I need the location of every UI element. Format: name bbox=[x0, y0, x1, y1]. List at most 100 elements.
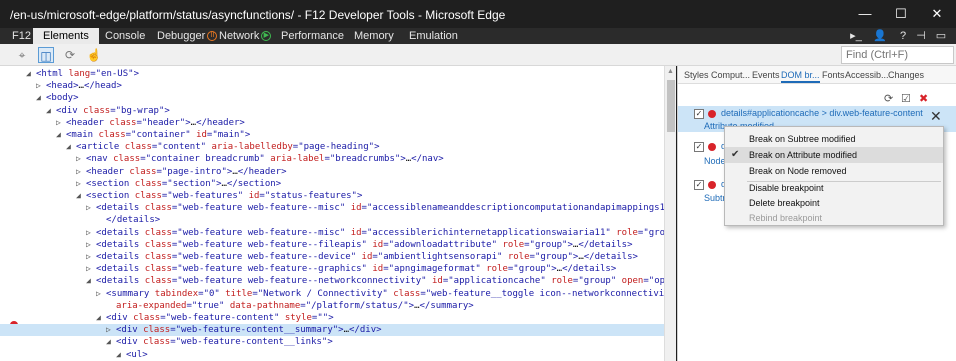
expand-arrow-icon[interactable]: ▷ bbox=[56, 117, 66, 129]
dock-icon[interactable]: ▭ bbox=[934, 29, 948, 43]
expand-arrow-icon[interactable]: ◢ bbox=[66, 141, 76, 153]
expand-arrow-icon[interactable]: ▷ bbox=[86, 263, 96, 275]
breakpoint-checkbox[interactable]: ✓ bbox=[694, 142, 704, 152]
dom-node-row[interactable]: ▷ <div class="web-feature-content__summar… bbox=[0, 324, 664, 337]
expand-arrow-icon[interactable]: ◢ bbox=[46, 105, 56, 117]
dom-node-row[interactable]: ▷ <section class="section">…</section> bbox=[0, 178, 664, 190]
tab-computed[interactable]: Comput... bbox=[711, 70, 750, 80]
delete-all-icon[interactable]: ✖ bbox=[919, 92, 928, 105]
find-input[interactable] bbox=[841, 46, 954, 64]
dom-node-row[interactable]: </details> bbox=[0, 214, 664, 226]
expand-arrow-icon[interactable]: ◢ bbox=[116, 349, 126, 361]
attr-value: "true" bbox=[191, 300, 225, 311]
scrollbar-thumb[interactable] bbox=[667, 80, 675, 132]
dom-node-row[interactable]: ▷ <details class="web-feature web-feature… bbox=[0, 251, 664, 263]
tab-elements[interactable]: Elements bbox=[33, 28, 99, 44]
scroll-up-icon[interactable]: ▲ bbox=[667, 68, 674, 75]
dom-node-row[interactable]: ▷ <details class="web-feature web-feature… bbox=[0, 227, 664, 239]
attr-name: id bbox=[372, 264, 384, 275]
dom-node-row[interactable]: ▷ <header class="header">…</header> bbox=[0, 117, 664, 129]
dom-node-row[interactable]: ▷ <header class="page-intro">…</header> bbox=[0, 166, 664, 178]
dom-node-row[interactable]: ▷ <details class="web-feature web-feature… bbox=[0, 239, 664, 251]
dom-tree[interactable]: ◢ <html lang="en-US"> ▷ <head>…</head> ◢ <bod… bbox=[0, 66, 664, 361]
select-element-icon[interactable]: ⌖ bbox=[14, 47, 30, 63]
expand-arrow-icon[interactable]: ▷ bbox=[86, 239, 96, 251]
highlight-element-icon[interactable]: ◫ bbox=[38, 47, 54, 63]
tab-network[interactable]: Network ▶ bbox=[219, 28, 272, 44]
feedback-icon[interactable]: 👤 bbox=[873, 29, 887, 43]
menu-item-break-subtree[interactable]: Break on Subtree modified bbox=[725, 131, 943, 147]
menu-item-disable[interactable]: Disable breakpoint bbox=[725, 180, 943, 196]
expand-arrow-icon[interactable]: ▷ bbox=[86, 202, 96, 214]
attr-value: "group" bbox=[578, 276, 617, 287]
menu-item-break-attribute[interactable]: ✔ Break on Attribute modified bbox=[725, 147, 943, 163]
dom-node-row[interactable]: ◢ <body> bbox=[0, 92, 664, 104]
pin-icon[interactable]: ⊣ bbox=[914, 29, 928, 43]
expand-arrow-icon[interactable]: ▷ bbox=[86, 251, 96, 263]
expand-arrow-icon[interactable]: ▷ bbox=[76, 153, 86, 165]
tab-performance[interactable]: Performance bbox=[281, 28, 344, 44]
tag-text: </summary> bbox=[419, 300, 474, 311]
tab-fonts[interactable]: Fonts bbox=[822, 70, 845, 80]
dom-node-row[interactable]: ◢ <html lang="en-US"> bbox=[0, 68, 664, 80]
close-icon[interactable]: ✕ bbox=[930, 108, 942, 125]
expand-arrow-icon[interactable]: ▷ bbox=[96, 288, 106, 300]
expand-arrow-icon[interactable]: ◢ bbox=[106, 336, 116, 348]
enable-all-icon[interactable]: ☑ bbox=[901, 92, 911, 105]
dom-node-row[interactable]: ▷ <details class="web-feature web-feature… bbox=[0, 202, 664, 214]
refresh-icon[interactable]: ⟳ bbox=[62, 47, 78, 63]
expand-arrow-icon[interactable]: ◢ bbox=[76, 190, 86, 202]
breakpoint-checkbox[interactable]: ✓ bbox=[694, 109, 704, 119]
tab-accessibility[interactable]: Accessib... bbox=[845, 70, 889, 80]
attr-name: id bbox=[361, 252, 373, 262]
expand-arrow-icon[interactable]: ◢ bbox=[56, 129, 66, 141]
tab-dom-breakpoints[interactable]: DOM br... bbox=[781, 70, 820, 83]
dom-node-row[interactable]: ◢ <div class="bg-wrap"> bbox=[0, 105, 664, 117]
tab-memory[interactable]: Memory bbox=[354, 28, 394, 44]
attr-value: "applicationcache" bbox=[448, 276, 546, 287]
expand-arrow-icon[interactable]: ◢ bbox=[36, 92, 46, 104]
dom-node-row[interactable]: ◢ <main class="container" id="main"> bbox=[0, 129, 664, 141]
dom-node-row[interactable]: aria-expanded="true" data-pathname="/pla… bbox=[0, 300, 664, 312]
attr-name: class bbox=[109, 117, 137, 128]
help-icon[interactable]: ? bbox=[896, 29, 910, 43]
expand-arrow-icon[interactable]: ▷ bbox=[106, 324, 116, 336]
dom-node-row[interactable]: ◢ <details class="web-feature web-feature… bbox=[0, 275, 664, 287]
expand-arrow-icon[interactable]: ◢ bbox=[96, 312, 106, 324]
dom-node-row[interactable]: ▷ <head>…</head> bbox=[0, 80, 664, 92]
dom-node-row[interactable]: ▷ <nav class="container breadcrumb" aria-… bbox=[0, 153, 664, 165]
dom-node-row[interactable]: ◢ <ul> bbox=[0, 349, 664, 361]
dom-node-row[interactable]: ▷ <summary tabindex="0" title="Network / … bbox=[0, 288, 664, 300]
dom-tree-scrollbar[interactable]: ▲ bbox=[664, 66, 676, 361]
expand-arrow-icon[interactable]: ▷ bbox=[76, 166, 86, 178]
attr-value: "web-feature web-feature--misc" bbox=[177, 227, 346, 238]
touch-icon[interactable]: ☝ bbox=[86, 47, 102, 63]
console-icon[interactable]: ▸_ bbox=[849, 29, 863, 43]
tab-events[interactable]: Events bbox=[752, 70, 780, 80]
dom-node-row[interactable]: ◢ <div class="web-feature-content" style=… bbox=[0, 312, 664, 324]
breakpoint-checkbox[interactable]: ✓ bbox=[694, 180, 704, 190]
tab-emulation[interactable]: Emulation bbox=[409, 28, 458, 44]
expand-arrow-icon[interactable]: ◢ bbox=[26, 68, 36, 80]
dom-node-row[interactable]: ◢ <div class="web-feature-content__links"… bbox=[0, 336, 664, 348]
tab-styles[interactable]: Styles bbox=[684, 70, 709, 80]
close-button[interactable]: ✕ bbox=[919, 0, 955, 28]
expand-arrow-icon[interactable]: ▷ bbox=[76, 178, 86, 190]
dom-node-row[interactable]: ◢ <section class="web-features" id="statu… bbox=[0, 190, 664, 202]
tab-debugger[interactable]: Debugger II bbox=[157, 28, 218, 44]
attr-name: id bbox=[196, 130, 207, 140]
tab-changes[interactable]: Changes bbox=[888, 70, 924, 80]
refresh-icon[interactable]: ⟳ bbox=[884, 92, 893, 105]
tag-text: <div bbox=[106, 313, 134, 323]
expand-arrow-icon[interactable]: ▷ bbox=[86, 227, 96, 239]
attr-value: "ambientlightsensorapi" bbox=[377, 252, 503, 262]
minimize-button[interactable]: — bbox=[847, 0, 883, 28]
menu-item-delete[interactable]: Delete breakpoint bbox=[725, 195, 943, 211]
expand-arrow-icon[interactable]: ◢ bbox=[86, 275, 96, 287]
dom-node-row[interactable]: ▷ <details class="web-feature web-feature… bbox=[0, 263, 664, 275]
dom-node-row[interactable]: ◢ <article class="content" aria-labelledb… bbox=[0, 141, 664, 153]
menu-item-break-node-removed[interactable]: Break on Node removed bbox=[725, 163, 943, 179]
expand-arrow-icon[interactable]: ▷ bbox=[36, 80, 46, 92]
maximize-button[interactable]: ☐ bbox=[883, 0, 919, 28]
tab-console[interactable]: Console bbox=[105, 28, 145, 44]
